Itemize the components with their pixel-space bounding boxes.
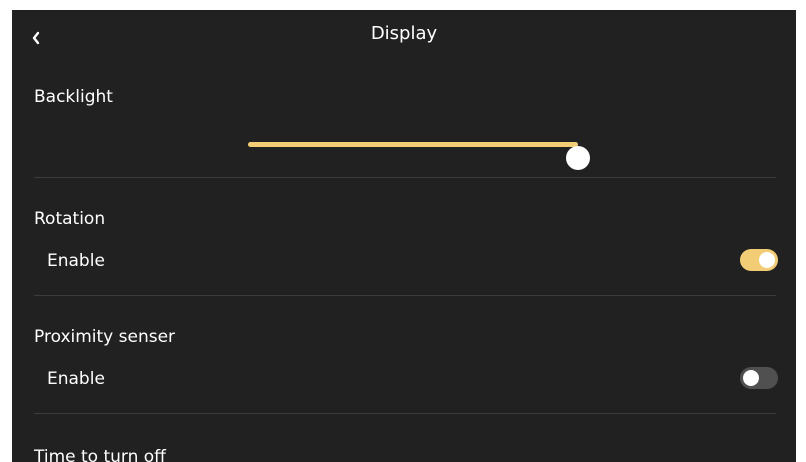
- rotation-section-title: Rotation: [34, 209, 106, 229]
- display-settings-screen: Display Backlight Rotation Enable Proxim…: [12, 10, 796, 462]
- page-title: Display: [370, 23, 438, 44]
- backlight-slider-track: [248, 142, 590, 170]
- backlight-slider-thumb[interactable]: [566, 146, 590, 170]
- backlight-slider-fill: [248, 142, 578, 147]
- proximity-enable-label: Enable: [47, 369, 105, 389]
- toggle-knob: [743, 370, 759, 386]
- time-to-turn-off-title[interactable]: Time to turn off: [34, 446, 166, 462]
- divider: [34, 413, 776, 414]
- header-bar: Display: [12, 10, 796, 60]
- divider: [34, 177, 776, 178]
- rotation-enable-label: Enable: [47, 251, 105, 271]
- toggle-knob: [759, 252, 775, 268]
- backlight-section-title: Backlight: [34, 87, 113, 107]
- backlight-slider[interactable]: [244, 129, 594, 170]
- divider: [34, 295, 776, 296]
- proximity-section-title: Proximity senser: [34, 327, 176, 347]
- rotation-enable-toggle[interactable]: [740, 249, 778, 271]
- proximity-enable-toggle[interactable]: [740, 367, 778, 389]
